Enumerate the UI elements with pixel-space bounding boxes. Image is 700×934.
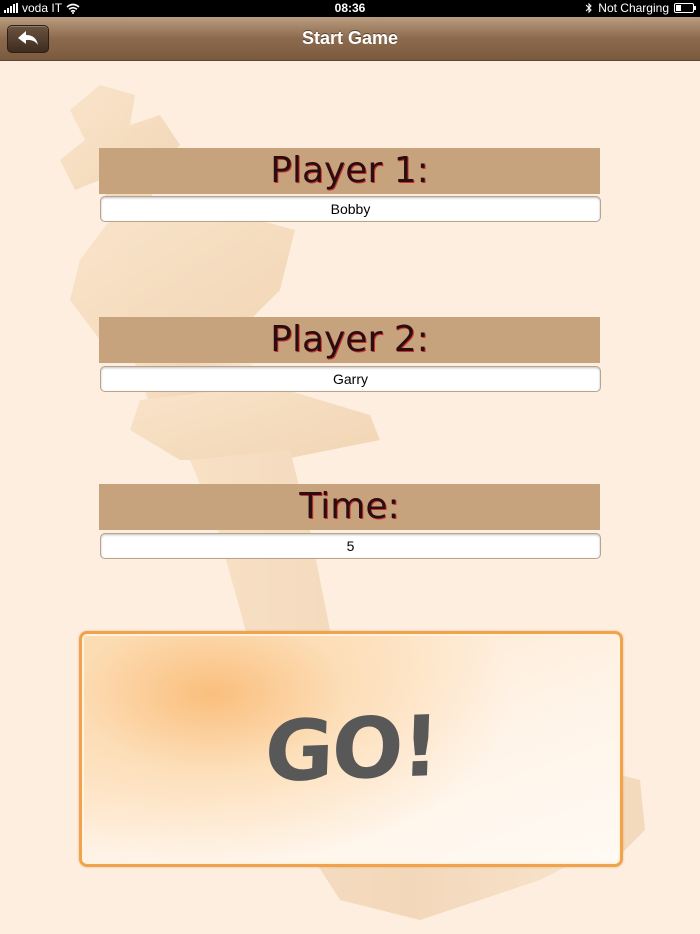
go-button[interactable]: GO! bbox=[79, 631, 623, 867]
status-bar: voda IT 08:36 Not Charging bbox=[0, 0, 700, 17]
time-input[interactable]: 5 bbox=[100, 533, 601, 559]
navigation-bar: Start Game bbox=[0, 17, 700, 61]
go-button-label: GO! bbox=[262, 697, 440, 801]
charging-status: Not Charging bbox=[598, 1, 669, 15]
time-label: Time: bbox=[99, 484, 600, 530]
player1-label: Player 1: bbox=[99, 148, 600, 194]
battery-icon bbox=[674, 3, 696, 13]
player2-input[interactable]: Garry bbox=[100, 366, 601, 392]
player1-input[interactable]: Bobby bbox=[100, 196, 601, 222]
status-right: Not Charging bbox=[585, 1, 696, 15]
player2-label: Player 2: bbox=[99, 317, 600, 363]
bluetooth-icon bbox=[585, 2, 592, 14]
page-title: Start Game bbox=[301, 28, 399, 48]
